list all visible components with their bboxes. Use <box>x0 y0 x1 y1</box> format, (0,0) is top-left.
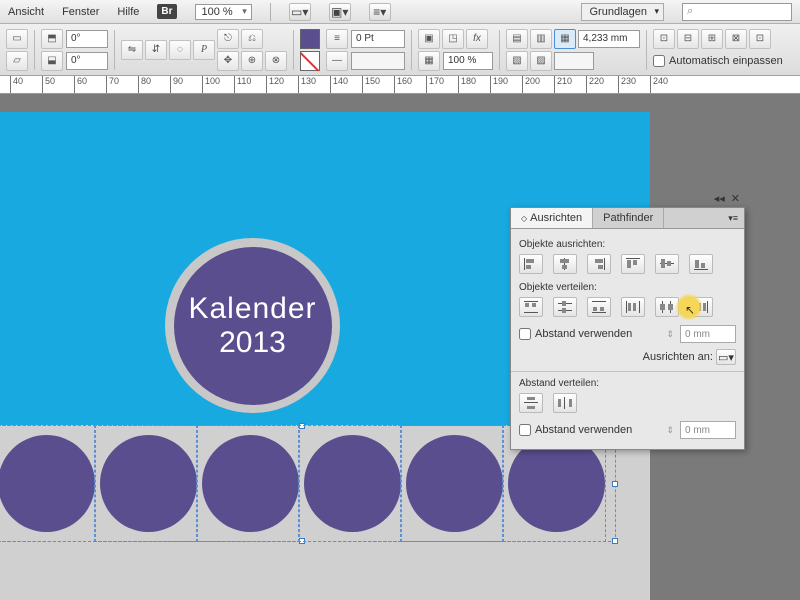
angle2-input[interactable] <box>66 52 108 70</box>
spacing2-input[interactable]: 0 mm <box>680 421 736 439</box>
use-spacing-label: Abstand verwenden <box>535 328 632 340</box>
spacing-input[interactable]: 0 mm <box>680 325 736 343</box>
align-left-icon[interactable] <box>519 254 543 274</box>
title-line1: Kalender <box>188 292 316 326</box>
fill-swatch[interactable] <box>300 29 320 49</box>
wrap-icon[interactable]: ▣ <box>418 29 440 49</box>
fit5-icon[interactable]: ⊡ <box>749 29 771 49</box>
dist-left-icon[interactable] <box>621 297 645 317</box>
fit3-icon[interactable]: ⊞ <box>701 29 723 49</box>
dist-bottom-icon[interactable] <box>587 297 611 317</box>
corner-icon[interactable]: ◳ <box>442 29 464 49</box>
use-spacing-checkbox[interactable] <box>519 328 531 340</box>
fit1-icon[interactable]: ⊡ <box>653 29 675 49</box>
textwrap1-icon[interactable]: ▤ <box>506 29 528 49</box>
flip-h-icon[interactable]: ⇋ <box>121 40 143 60</box>
stroke-swatch[interactable] <box>300 51 320 71</box>
anchor5-icon[interactable]: ⊗ <box>265 51 287 71</box>
dist-space-v-icon[interactable] <box>519 393 543 413</box>
use-spacing2-checkbox[interactable] <box>519 424 531 436</box>
tab-pathfinder[interactable]: Pathfinder <box>593 208 664 228</box>
stroke-weight-icon[interactable]: ≡ <box>326 29 348 49</box>
align-hcenter-icon[interactable] <box>553 254 577 274</box>
use-spacing2-label: Abstand verwenden <box>535 424 632 436</box>
fit2-icon[interactable]: ⊟ <box>677 29 699 49</box>
view-mode-1-icon[interactable]: ▭▾ <box>289 3 311 21</box>
autofit-checkbox[interactable] <box>653 55 665 67</box>
title-circle: Kalender 2013 <box>174 247 332 405</box>
view-mode-3-icon[interactable]: ≡▾ <box>369 3 391 21</box>
dist-vcenter-icon[interactable] <box>553 297 577 317</box>
anchor2-icon[interactable]: ⎌ <box>241 29 263 49</box>
title-circle-bg: Kalender 2013 <box>165 238 340 413</box>
zoom-level[interactable]: 100 % <box>195 4 252 20</box>
menu-hilfe[interactable]: Hilfe <box>117 6 139 18</box>
align-right-icon[interactable] <box>587 254 611 274</box>
align-vcenter-icon[interactable] <box>655 254 679 274</box>
menubar: Ansicht Fenster Hilfe Br 100 % ▭▾ ▣▾ ≡▾ … <box>0 0 800 24</box>
label-distribute-objects: Objekte verteilen: <box>519 282 736 293</box>
tool-page-icon[interactable]: ▭ <box>6 29 28 49</box>
canvas-area[interactable]: Kalender 2013 ◂◂ <box>0 94 800 600</box>
rotate-icon[interactable]: ⬓ <box>41 51 63 71</box>
dist-top-icon[interactable] <box>519 297 543 317</box>
opacity-icon[interactable]: ▦ <box>418 51 440 71</box>
workspace-switcher[interactable]: Grundlagen <box>581 3 665 21</box>
panel-close-icon[interactable]: ✕ <box>731 192 740 205</box>
autofit-label: Automatisch einpassen <box>669 55 783 67</box>
bridge-badge[interactable]: Br <box>157 4 176 19</box>
dist-hcenter-icon[interactable] <box>655 297 679 317</box>
stroke-input[interactable] <box>351 30 405 48</box>
fit4-icon[interactable]: ⊠ <box>725 29 747 49</box>
menu-fenster[interactable]: Fenster <box>62 6 99 18</box>
dotted-circle-icon[interactable]: ◌ <box>169 40 191 60</box>
search-input[interactable]: ⌕ <box>682 3 792 21</box>
panel-collapse-icon[interactable]: ◂◂ <box>714 192 725 205</box>
panel-menu-icon[interactable]: ▾≡ <box>722 213 744 224</box>
fx-icon[interactable]: fx <box>466 29 488 49</box>
line-style-icon[interactable]: — <box>326 51 348 71</box>
textwrap2-icon[interactable]: ▥ <box>530 29 552 49</box>
label-dist-spacing: Abstand verteilen: <box>519 378 736 389</box>
control-toolbar: ▭ ▱ ⬒ ⬓ ⇋ ⇵ ◌ P ⎋ ⎌ ✥ ⊕ ⊗ ≡ — ▣ ◳ <box>0 24 800 76</box>
menu-ansicht[interactable]: Ansicht <box>8 6 44 18</box>
dist-right-icon[interactable] <box>689 297 713 317</box>
label-align-objects: Objekte ausrichten: <box>519 239 736 250</box>
angle1-input[interactable] <box>66 30 108 48</box>
anchor3-icon[interactable]: ✥ <box>217 51 239 71</box>
panel-controls: ◂◂ ✕ <box>714 192 740 205</box>
align-bottom-icon[interactable] <box>689 254 713 274</box>
tab-ausrichten[interactable]: ◇Ausrichten <box>511 208 593 228</box>
dist-space-h-icon[interactable] <box>553 393 577 413</box>
anchor4-icon[interactable]: ⊕ <box>241 51 263 71</box>
align-to-label: Ausrichten an: <box>643 351 713 363</box>
size-input[interactable] <box>578 30 640 48</box>
view-mode-2-icon[interactable]: ▣▾ <box>329 3 351 21</box>
align-panel: ◂◂ ✕ ◇Ausrichten Pathfinder ▾≡ Objekte a… <box>510 207 745 450</box>
horizontal-ruler: 4050607080901001101201301401501601701801… <box>0 76 800 94</box>
opacity-input[interactable] <box>443 52 493 70</box>
align-to-dropdown[interactable]: ▭▾ <box>716 349 736 365</box>
textwrap5-icon[interactable]: ▨ <box>530 51 552 71</box>
anchor1-icon[interactable]: ⎋ <box>217 29 239 49</box>
flip-v-icon[interactable]: ⇵ <box>145 40 167 60</box>
textwrap4-icon[interactable]: ▧ <box>506 51 528 71</box>
title-line2: 2013 <box>219 326 286 360</box>
tool-page2-icon[interactable]: ▱ <box>6 51 28 71</box>
paragraph-icon[interactable]: P <box>193 40 215 60</box>
shear-icon[interactable]: ⬒ <box>41 29 63 49</box>
textwrap3-icon[interactable]: ▦ <box>554 29 576 49</box>
align-top-icon[interactable] <box>621 254 645 274</box>
